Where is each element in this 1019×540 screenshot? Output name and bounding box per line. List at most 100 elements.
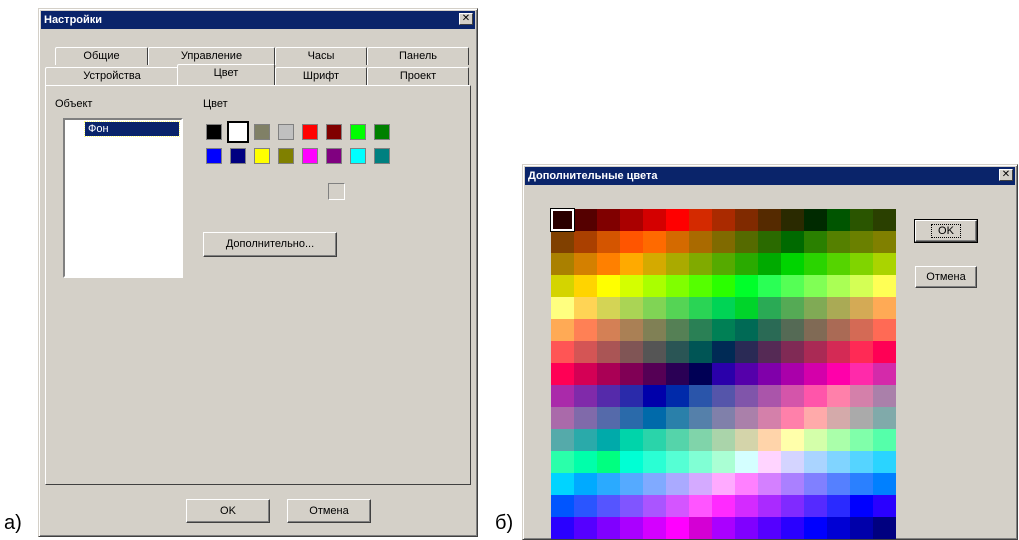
palette-cell[interactable] [804,231,827,253]
palette-cell[interactable] [781,341,804,363]
palette-cell[interactable] [712,231,735,253]
tab-color[interactable]: Цвет [177,64,275,85]
color-palette-grid[interactable] [550,208,899,539]
palette-cell[interactable] [666,231,689,253]
palette-cell[interactable] [551,319,574,341]
object-listbox[interactable]: Фон [63,118,183,278]
palette-cell[interactable] [689,209,712,231]
palette-cell[interactable] [873,407,896,429]
palette-cell[interactable] [735,429,758,451]
color-swatch[interactable] [374,124,390,140]
palette-cell[interactable] [735,253,758,275]
tab-font[interactable]: Шрифт [275,67,367,85]
palette-cell[interactable] [804,495,827,517]
list-item-background[interactable]: Фон [84,121,180,137]
palette-cell[interactable] [804,275,827,297]
palette-cell[interactable] [781,297,804,319]
palette-cell[interactable] [827,495,850,517]
palette-cell[interactable] [758,341,781,363]
palette-cell[interactable] [758,253,781,275]
palette-cell[interactable] [712,297,735,319]
palette-cell[interactable] [873,517,896,539]
palette-cell[interactable] [712,209,735,231]
palette-cell[interactable] [804,253,827,275]
color-swatch[interactable] [350,148,366,164]
palette-cell[interactable] [689,451,712,473]
palette-cell[interactable] [574,209,597,231]
palette-cell[interactable] [804,363,827,385]
palette-cell[interactable] [551,495,574,517]
palette-cell[interactable] [551,451,574,473]
palette-cell[interactable] [850,363,873,385]
palette-cell[interactable] [781,517,804,539]
palette-cell[interactable] [574,451,597,473]
palette-cell[interactable] [873,275,896,297]
palette-cell[interactable] [666,429,689,451]
palette-cell[interactable] [735,473,758,495]
palette-cell[interactable] [597,429,620,451]
palette-cell[interactable] [551,407,574,429]
palette-cell[interactable] [643,429,666,451]
palette-cell[interactable] [735,407,758,429]
palette-cell[interactable] [689,297,712,319]
palette-cell[interactable] [620,253,643,275]
palette-cell[interactable] [689,275,712,297]
palette-cell[interactable] [804,451,827,473]
palette-cell[interactable] [620,495,643,517]
palette-cell[interactable] [758,297,781,319]
ok-button[interactable]: OK [186,499,270,523]
palette-cell[interactable] [850,231,873,253]
palette-cell[interactable] [712,495,735,517]
palette-cell[interactable] [597,385,620,407]
cancel-button[interactable]: Отмена [287,499,371,523]
palette-cell[interactable] [735,297,758,319]
color-swatch[interactable] [230,148,246,164]
palette-cell[interactable] [574,495,597,517]
palette-cell[interactable] [620,297,643,319]
palette-cell[interactable] [758,319,781,341]
palette-cell[interactable] [827,231,850,253]
palette-cell[interactable] [666,319,689,341]
color-swatch[interactable] [254,124,270,140]
palette-cell[interactable] [666,341,689,363]
palette-cell[interactable] [827,363,850,385]
palette-cell[interactable] [689,385,712,407]
palette-cell[interactable] [873,209,896,231]
palette-cell[interactable] [643,407,666,429]
palette-cell[interactable] [666,363,689,385]
palette-cell[interactable] [620,385,643,407]
tab-clock[interactable]: Часы [275,47,367,65]
palette-cell[interactable] [758,407,781,429]
palette-cell[interactable] [620,275,643,297]
palette-cell[interactable] [781,407,804,429]
palette-cell[interactable] [827,341,850,363]
palette-cell[interactable] [873,253,896,275]
palette-cell[interactable] [850,319,873,341]
palette-cell[interactable] [873,451,896,473]
palette-cell[interactable] [712,385,735,407]
palette-cell[interactable] [712,429,735,451]
palette-cell[interactable] [804,517,827,539]
palette-cell[interactable] [574,253,597,275]
palette-cell[interactable] [827,429,850,451]
color-swatch[interactable] [326,148,342,164]
palette-cell[interactable] [643,209,666,231]
palette-cell[interactable] [735,275,758,297]
palette-cell[interactable] [804,209,827,231]
palette-cell[interactable] [643,385,666,407]
palette-cell[interactable] [827,407,850,429]
tab-devices[interactable]: Устройства [45,67,179,85]
palette-cell[interactable] [827,253,850,275]
palette-cell[interactable] [620,429,643,451]
palette-cell[interactable] [850,407,873,429]
palette-cell[interactable] [597,473,620,495]
palette-cell[interactable] [758,429,781,451]
palette-cell[interactable] [712,341,735,363]
palette-cell[interactable] [712,319,735,341]
palette-cell[interactable] [597,451,620,473]
palette-cell[interactable] [735,363,758,385]
palette-cell[interactable] [735,319,758,341]
palette-cell[interactable] [689,363,712,385]
palette-cell[interactable] [643,495,666,517]
palette-cell[interactable] [758,385,781,407]
